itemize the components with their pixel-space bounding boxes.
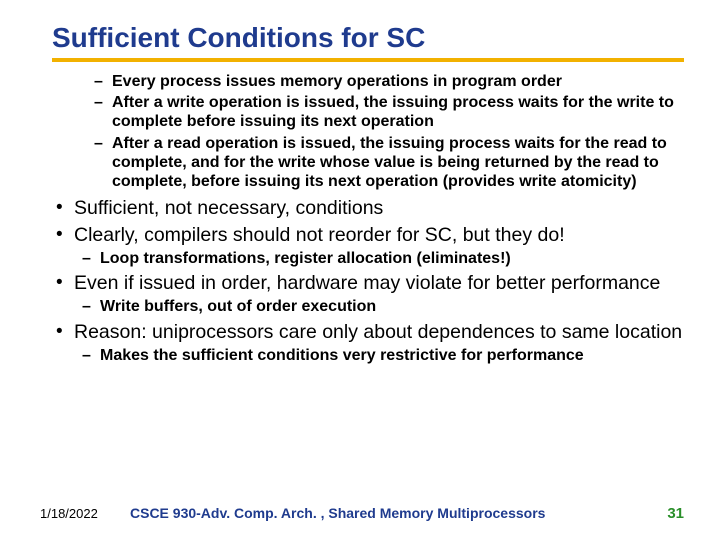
leading-dash-item: After a read operation is issued, the is…	[94, 134, 684, 192]
sub-dash-list: Makes the sufficient conditions very res…	[82, 346, 684, 365]
sub-dash-list: Loop transformations, register allocatio…	[82, 249, 684, 268]
sub-dash-item: Makes the sufficient conditions very res…	[82, 346, 684, 365]
sub-dash-item: Loop transformations, register allocatio…	[82, 249, 684, 268]
slide-title: Sufficient Conditions for SC	[52, 22, 684, 54]
bullet-item: Even if issued in order, hardware may vi…	[52, 272, 684, 295]
bullet-item: Clearly, compilers should not reorder fo…	[52, 224, 684, 247]
footer-date: 1/18/2022	[40, 506, 130, 521]
slide-footer: 1/18/2022 CSCE 930-Adv. Comp. Arch. , Sh…	[0, 505, 720, 522]
leading-dash-item: After a write operation is issued, the i…	[94, 93, 684, 131]
title-underline	[52, 58, 684, 62]
footer-course: CSCE 930-Adv. Comp. Arch. , Shared Memor…	[130, 505, 667, 521]
bullet-text: Reason: uniprocessors care only about de…	[74, 321, 682, 343]
slide: Sufficient Conditions for SC Every proce…	[0, 0, 720, 540]
bullet-list: Sufficient, not necessary, conditions Cle…	[52, 197, 684, 365]
bullet-item: Sufficient, not necessary, conditions	[52, 197, 684, 220]
bullet-text: Sufficient, not necessary, conditions	[74, 197, 383, 219]
leading-dash-list: Every process issues memory operations i…	[94, 72, 684, 191]
footer-page-number: 31	[667, 505, 684, 522]
bullet-text: Clearly, compilers should not reorder fo…	[74, 224, 565, 246]
sub-dash-item: Write buffers, out of order execution	[82, 297, 684, 316]
slide-content: Every process issues memory operations i…	[52, 72, 684, 365]
bullet-text: Even if issued in order, hardware may vi…	[74, 272, 660, 294]
leading-dash-item: Every process issues memory operations i…	[94, 72, 684, 91]
bullet-item: Reason: uniprocessors care only about de…	[52, 321, 684, 344]
sub-dash-list: Write buffers, out of order execution	[82, 297, 684, 316]
